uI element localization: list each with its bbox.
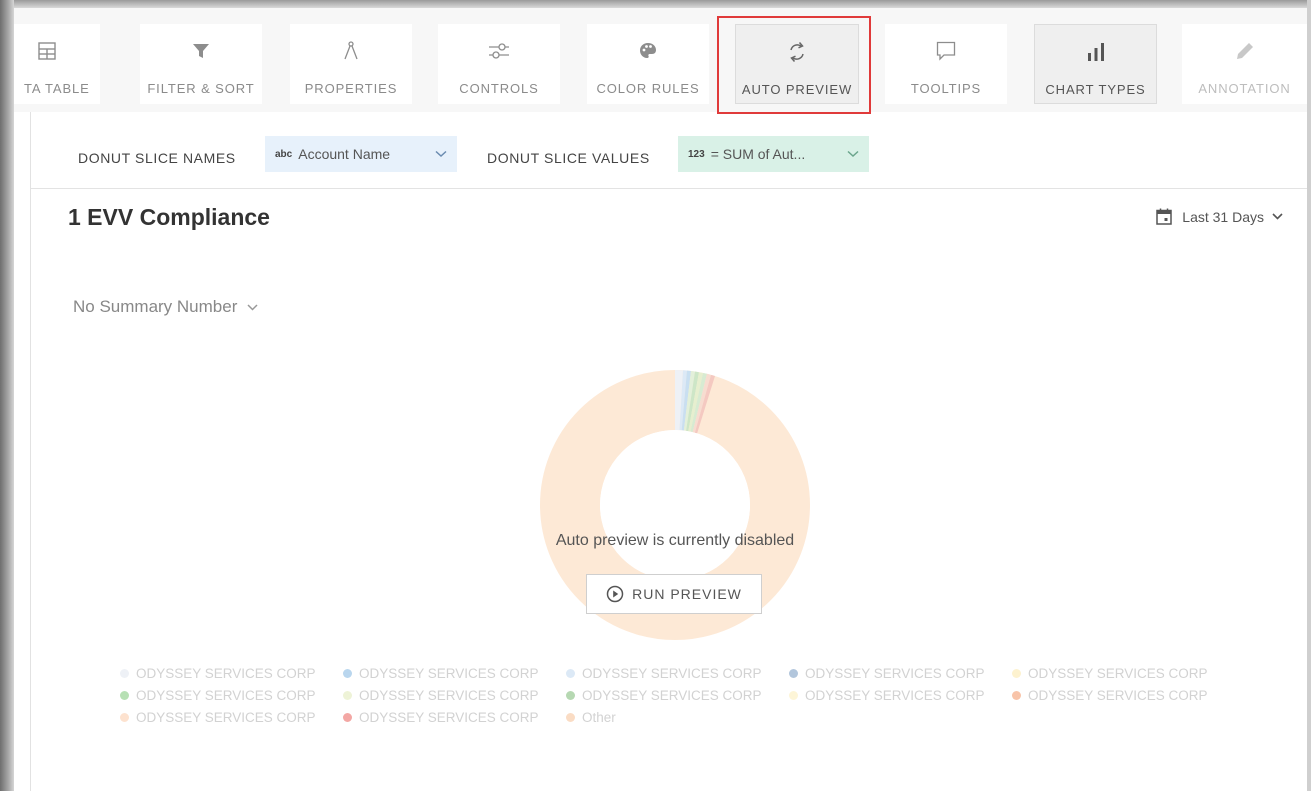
legend-item: ODYSSEY SERVICES CORP — [120, 666, 343, 681]
legend-label: ODYSSEY SERVICES CORP — [359, 709, 539, 725]
legend-item: ODYSSEY SERVICES CORP — [789, 666, 1012, 681]
donut-slice-names-dropdown[interactable]: abc Account Name — [265, 136, 457, 172]
legend-label: ODYSSEY SERVICES CORP — [582, 687, 762, 703]
window-frame-top — [0, 0, 1311, 8]
toolbar-data-table-button[interactable]: TA TABLE — [14, 24, 100, 104]
legend-item: ODYSSEY SERVICES CORP — [120, 710, 343, 725]
date-range-dropdown[interactable]: Last 31 Days — [1156, 208, 1283, 225]
run-preview-button[interactable]: RUN PREVIEW — [586, 574, 762, 614]
content-left-border — [30, 112, 31, 791]
toolbar-controls-label: CONTROLS — [459, 81, 539, 96]
toolbar-color-rules-label: COLOR RULES — [596, 81, 700, 96]
legend-item: ODYSSEY SERVICES CORP — [1012, 688, 1235, 703]
legend-label: Other — [582, 709, 616, 725]
donut-slice-names-value: Account Name — [298, 146, 391, 162]
text-type-icon: abc — [275, 148, 293, 160]
toolbar-properties-button[interactable]: PROPERTIES — [290, 24, 412, 104]
donut-slice-values-label: DONUT SLICE VALUES — [487, 150, 650, 166]
palette-icon — [640, 43, 656, 58]
legend-label: ODYSSEY SERVICES CORP — [359, 687, 539, 703]
toolbar-color-rules-button[interactable]: COLOR RULES — [587, 24, 709, 104]
legend-label: ODYSSEY SERVICES CORP — [136, 709, 316, 725]
donut-hole — [600, 430, 750, 580]
legend-item: ODYSSEY SERVICES CORP — [343, 666, 566, 681]
donut-settings-bar: DONUT SLICE NAMES abc Account Name DONUT… — [31, 112, 1307, 189]
date-range-value: Last 31 Days — [1182, 208, 1264, 225]
chevron-down-icon — [847, 150, 859, 158]
toolbar-data-table-label: TA TABLE — [24, 81, 90, 96]
toolbar-chart-types-button[interactable]: CHART TYPES — [1034, 24, 1157, 104]
donut-slice-values-dropdown[interactable]: 123 = SUM of Aut... — [678, 136, 869, 172]
window-frame-right — [1307, 0, 1311, 791]
toolbar-filter-sort-button[interactable]: FILTER & SORT — [140, 24, 262, 104]
play-circle-icon — [606, 585, 624, 603]
legend-label: ODYSSEY SERVICES CORP — [1028, 687, 1208, 703]
legend-label: ODYSSEY SERVICES CORP — [805, 687, 985, 703]
auto-preview-disabled-message: Auto preview is currently disabled — [555, 532, 795, 549]
legend-dot — [789, 668, 798, 678]
table-icon — [38, 42, 56, 60]
legend-item: ODYSSEY SERVICES CORP — [566, 688, 789, 703]
legend-dot — [120, 712, 129, 722]
legend-item: ODYSSEY SERVICES CORP — [120, 688, 343, 703]
legend-dot — [566, 668, 575, 678]
toolbar-tooltips-label: TOOLTIPS — [910, 81, 982, 96]
chevron-down-icon — [1272, 213, 1283, 220]
legend-dot — [120, 690, 129, 700]
pencil-icon — [1236, 43, 1253, 59]
toolbar-annotation-button[interactable]: ANNOTATION — [1182, 24, 1307, 104]
legend-dot — [566, 690, 575, 700]
summary-number-value: No Summary Number — [73, 297, 238, 316]
legend-item: ODYSSEY SERVICES CORP — [566, 666, 789, 681]
toolbar: TA TABLE FILTER & SORT PROPERTIES CONTRO… — [14, 8, 1307, 112]
bar-chart-icon — [1087, 43, 1104, 61]
calendar-icon — [1156, 208, 1173, 225]
legend-label: ODYSSEY SERVICES CORP — [136, 687, 316, 703]
speech-bubble-icon — [936, 41, 956, 61]
legend-dot — [566, 712, 575, 722]
legend-dot — [120, 668, 129, 678]
toolbar-filter-sort-label: FILTER & SORT — [147, 81, 255, 96]
toolbar-annotation-label: ANNOTATION — [1198, 81, 1291, 96]
chart-editor: TA TABLE FILTER & SORT PROPERTIES CONTRO… — [14, 8, 1307, 791]
sliders-icon — [489, 43, 509, 59]
summary-number-dropdown[interactable]: No Summary Number — [73, 297, 258, 317]
legend-item: ODYSSEY SERVICES CORP — [1012, 666, 1235, 681]
legend-dot — [1012, 690, 1021, 700]
window-frame-left — [0, 0, 14, 791]
filter-icon — [193, 44, 209, 58]
legend-dot — [789, 690, 798, 700]
legend-item: Other — [566, 710, 789, 725]
toolbar-tooltips-button[interactable]: TOOLTIPS — [885, 24, 1007, 104]
toolbar-controls-button[interactable]: CONTROLS — [438, 24, 560, 104]
chevron-down-icon — [247, 303, 258, 311]
donut-slice-names-label: DONUT SLICE NAMES — [78, 150, 236, 166]
legend-dot — [343, 712, 352, 722]
chart-title: 1 EVV Compliance — [68, 204, 270, 230]
run-preview-label: RUN PREVIEW — [632, 586, 742, 602]
legend-dot — [343, 690, 352, 700]
legend-item: ODYSSEY SERVICES CORP — [343, 688, 566, 703]
chevron-down-icon — [435, 150, 447, 158]
legend-label: ODYSSEY SERVICES CORP — [805, 665, 985, 681]
legend-dot — [1012, 668, 1021, 678]
number-type-icon: 123 — [688, 148, 705, 160]
auto-preview-highlight-box — [717, 16, 871, 114]
legend-dot — [343, 668, 352, 678]
toolbar-chart-types-label: CHART TYPES — [1045, 82, 1146, 97]
legend-label: ODYSSEY SERVICES CORP — [359, 665, 539, 681]
compass-icon — [344, 41, 358, 60]
legend-item: ODYSSEY SERVICES CORP — [789, 688, 1012, 703]
toolbar-properties-label: PROPERTIES — [304, 81, 398, 96]
legend-label: ODYSSEY SERVICES CORP — [136, 665, 316, 681]
legend-label: ODYSSEY SERVICES CORP — [582, 665, 762, 681]
donut-slice-values-value: = SUM of Aut... — [710, 146, 806, 162]
legend-label: ODYSSEY SERVICES CORP — [1028, 665, 1208, 681]
legend-item: ODYSSEY SERVICES CORP — [343, 710, 566, 725]
chart-legend: ODYSSEY SERVICES CORP ODYSSEY SERVICES C… — [120, 662, 1250, 728]
